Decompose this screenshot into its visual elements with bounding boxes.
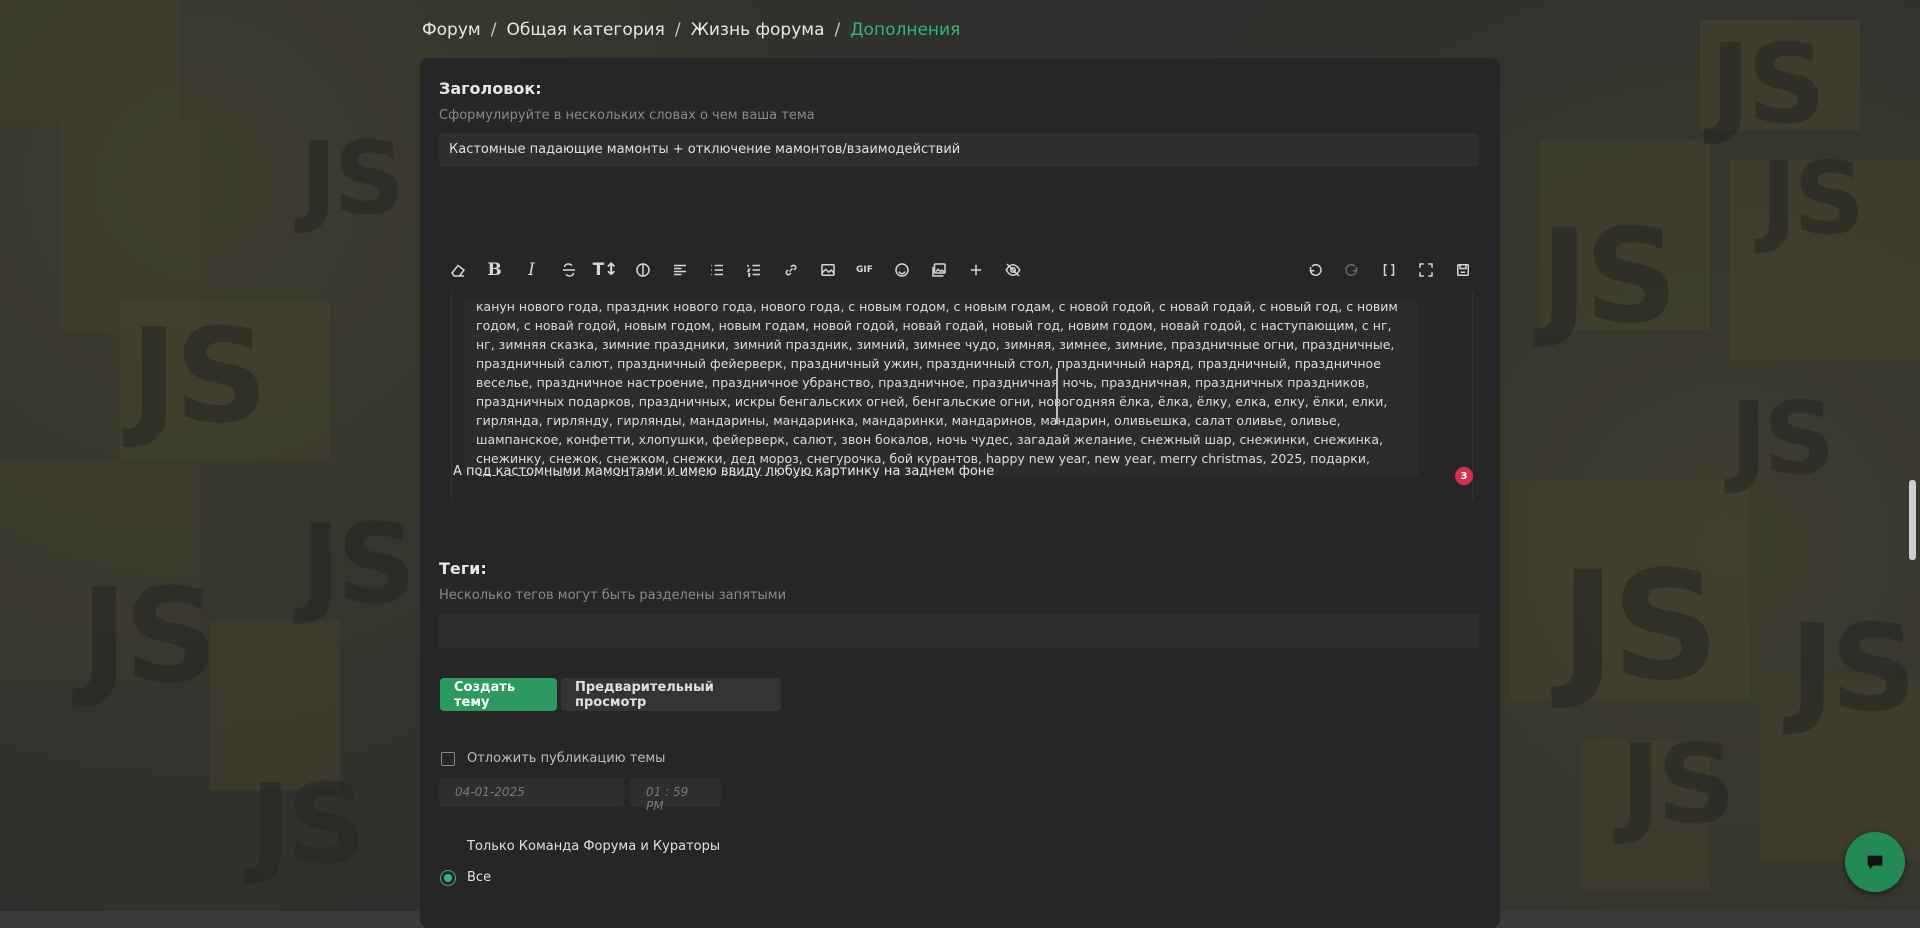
title-hint: Сформулируйте в нескольких словах о чем …	[439, 108, 815, 123]
redo-icon[interactable]	[1333, 253, 1370, 287]
schedule-label: Отложить публикацию темы	[467, 751, 666, 766]
breadcrumb-separator: /	[490, 20, 497, 40]
editor-toolbar: B I T↕ GIF	[439, 253, 1481, 287]
breadcrumb-current[interactable]: Дополнения	[850, 20, 960, 40]
tags-input[interactable]	[439, 614, 1479, 648]
chat-button[interactable]	[1845, 832, 1905, 892]
align-icon[interactable]	[661, 253, 698, 287]
quote-text: канун нового года, праздник нового года,…	[476, 301, 1398, 476]
visibility-option-all[interactable]: Все	[467, 870, 491, 885]
fullscreen-icon[interactable]	[1407, 253, 1444, 287]
breadcrumb: Форум / Общая категория / Жизнь форума /…	[422, 20, 960, 40]
image-icon[interactable]	[809, 253, 846, 287]
page-scrollbar[interactable]	[1909, 480, 1916, 560]
brackets-icon[interactable]	[1370, 253, 1407, 287]
link-icon[interactable]	[772, 253, 809, 287]
visibility-option-team[interactable]: Только Команда Форума и Кураторы	[467, 839, 720, 854]
gif-icon[interactable]: GIF	[846, 253, 883, 287]
editor-body-text[interactable]: А под кастомными мамонтами и имею ввиду …	[453, 464, 994, 479]
notification-badge: 3	[1455, 467, 1473, 485]
media-icon[interactable]	[920, 253, 957, 287]
save-draft-icon[interactable]	[1444, 253, 1481, 287]
schedule-date-input[interactable]: 04-01-2025	[439, 778, 624, 807]
breadcrumb-forum-life[interactable]: Жизнь форума	[691, 20, 825, 40]
breadcrumb-forum[interactable]: Форум	[422, 20, 481, 40]
eraser-icon[interactable]	[439, 253, 476, 287]
breadcrumb-general-category[interactable]: Общая категория	[506, 20, 664, 40]
title-input[interactable]: Кастомные падающие мамонты + отключение …	[439, 133, 1479, 167]
visibility-radio-all[interactable]	[444, 874, 452, 882]
undo-icon[interactable]	[1296, 253, 1333, 287]
color-icon[interactable]	[624, 253, 661, 287]
title-label: Заголовок:	[439, 79, 542, 98]
quoted-block: канун нового года, праздник нового года,…	[464, 301, 1419, 476]
numbered-list-icon[interactable]	[735, 253, 772, 287]
create-thread-button[interactable]: Создать тему	[440, 678, 557, 711]
strikethrough-icon[interactable]	[550, 253, 587, 287]
preview-button[interactable]: Предварительный просмотр	[561, 678, 781, 711]
hide-icon[interactable]	[994, 253, 1031, 287]
editor-resize-bar	[1056, 368, 1058, 424]
schedule-checkbox[interactable]	[441, 752, 455, 766]
schedule-time-input[interactable]: 01 : 59 PM	[630, 778, 721, 813]
plus-icon[interactable]	[957, 253, 994, 287]
tags-label: Теги:	[439, 559, 487, 578]
chat-icon	[1867, 855, 1883, 870]
italic-icon[interactable]: I	[513, 253, 550, 287]
breadcrumb-separator: /	[674, 20, 681, 40]
message-editor[interactable]: B I T↕ GIF канун нового года, праздник н…	[439, 191, 1481, 501]
breadcrumb-separator: /	[834, 20, 841, 40]
emoji-icon[interactable]	[883, 253, 920, 287]
text-size-icon[interactable]: T↕	[587, 253, 624, 287]
tags-hint: Несколько тегов могут быть разделены зап…	[439, 588, 787, 603]
bullet-list-icon[interactable]	[698, 253, 735, 287]
bold-icon[interactable]: B	[476, 253, 513, 287]
